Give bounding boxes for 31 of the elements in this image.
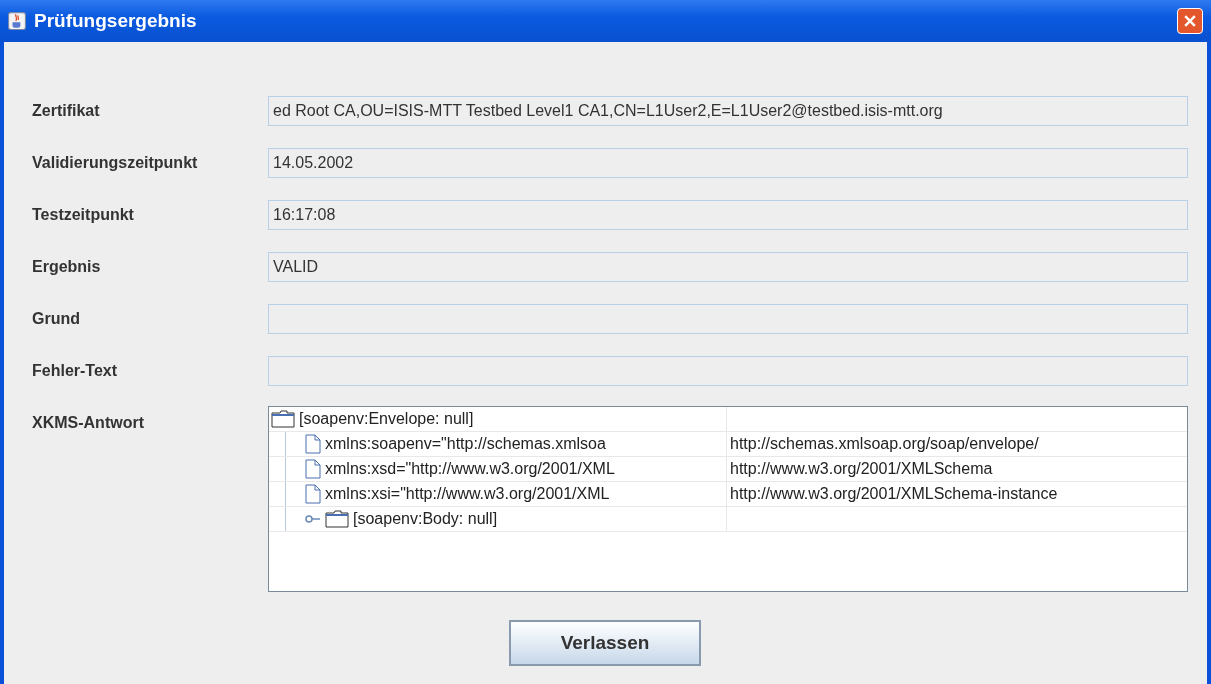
text-field[interactable]: ed Root CA,OU=ISIS-MTT Testbed Level1 CA1,CN=L1User2,E=L1User2@testbed.isis-mtt.org: [268, 96, 1188, 126]
field-label: Grund: [32, 310, 81, 328]
table-cell: http://www.w3.org/2001/XMLSchema: [730, 460, 993, 478]
text-field[interactable]: [268, 356, 1188, 386]
tree-node[interactable]: xmlns:xsi="http://www.w3.org/2001/XML: [325, 485, 610, 503]
text-field[interactable]: 14.05.2002: [268, 148, 1188, 178]
document-icon: [305, 434, 321, 454]
text-field[interactable]: VALID: [268, 252, 1188, 282]
window-title: Prüfungsergebnis: [34, 10, 197, 32]
close-icon: [1184, 15, 1196, 27]
field-label: Zertifikat: [32, 102, 101, 120]
tree-node[interactable]: xmlns:xsd="http://www.w3.org/2001/XML: [325, 460, 615, 478]
document-icon: [305, 484, 321, 504]
field-label: Testzeitpunkt: [32, 206, 135, 224]
folder-icon: [325, 510, 349, 528]
close-button[interactable]: [1177, 8, 1203, 34]
field-label: Validierungszeitpunkt: [32, 154, 199, 172]
text-field[interactable]: 16:17:08: [268, 200, 1188, 230]
text-field[interactable]: [268, 304, 1188, 334]
table-cell: http://www.w3.org/2001/XMLSchema-instance: [730, 485, 1058, 503]
field-label: XKMS-Antwort: [32, 414, 145, 432]
table-cell: http://schemas.xmlsoap.org/soap/envelope/: [730, 435, 1039, 453]
exit-button[interactable]: Verlassen: [509, 620, 701, 666]
field-label: Fehler-Text: [32, 362, 119, 380]
tree-node[interactable]: [soapenv:Envelope: null]: [299, 410, 474, 428]
field-label: Ergebnis: [32, 258, 102, 276]
tree-node[interactable]: [soapenv:Body: null]: [353, 510, 498, 528]
document-icon: [305, 459, 321, 479]
tree-node[interactable]: xmlns:soapenv="http://schemas.xmlsoa: [325, 435, 606, 453]
expand-handle-icon[interactable]: [305, 514, 321, 524]
cup-icon: [8, 12, 26, 30]
